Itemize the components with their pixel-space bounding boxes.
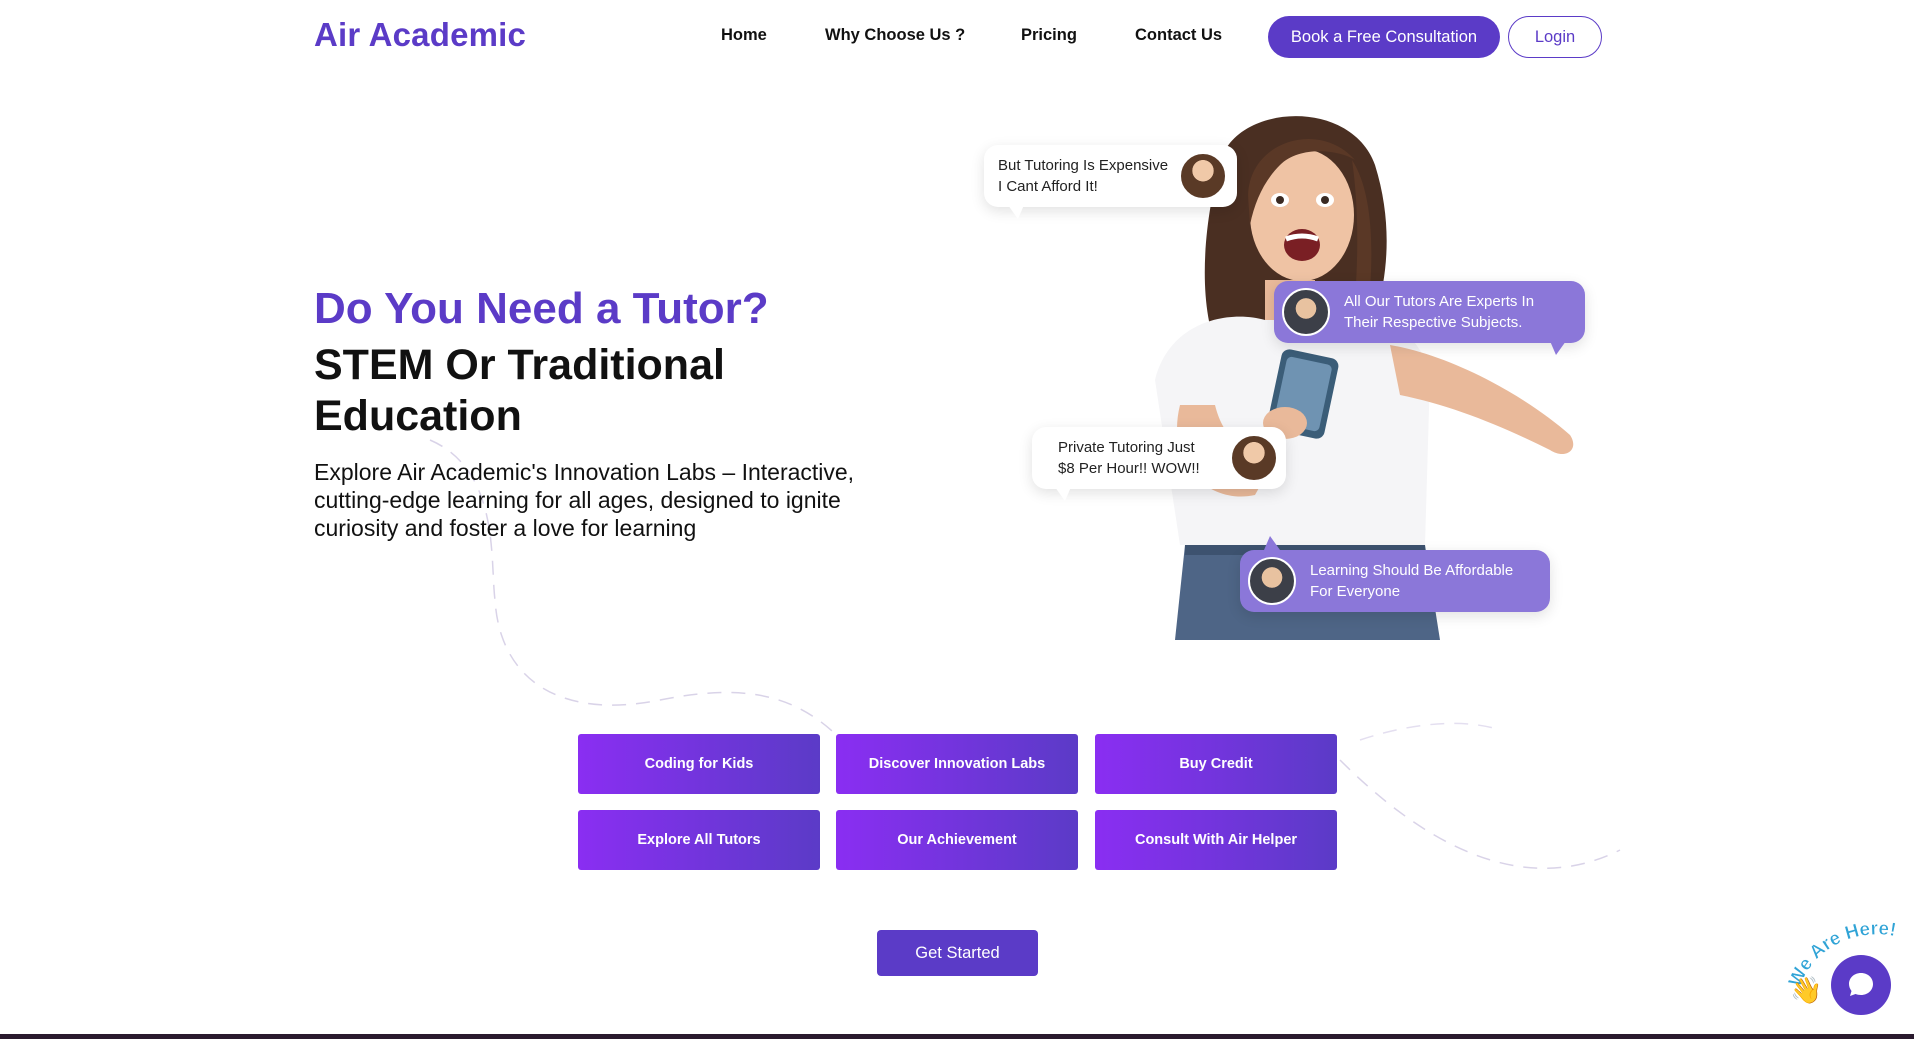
nav-link-home[interactable]: Home xyxy=(721,26,767,45)
speech-bubble-affordable: Learning Should Be Affordable For Everyo… xyxy=(1240,550,1550,612)
coding-for-kids-button[interactable]: Coding for Kids xyxy=(578,734,820,794)
hero-heading: STEM Or Traditional Education xyxy=(314,341,725,440)
hero-image-woman-with-phone: But Tutoring Is Expensive I Cant Afford … xyxy=(980,105,1605,640)
avatar-male-icon xyxy=(1282,288,1330,336)
hero-description: Explore Air Academic's Innovation Labs –… xyxy=(314,459,855,541)
avatar-male-icon xyxy=(1248,557,1296,605)
our-achievement-button[interactable]: Our Achievement xyxy=(836,810,1078,870)
buy-credit-button[interactable]: Buy Credit xyxy=(1095,734,1337,794)
avatar-female-icon xyxy=(1179,152,1227,200)
avatar-female-icon xyxy=(1230,434,1278,482)
speech-bubble-experts: All Our Tutors Are Experts In Their Resp… xyxy=(1274,281,1585,343)
footer-edge xyxy=(0,1034,1914,1039)
chat-widget-button[interactable] xyxy=(1831,955,1891,1015)
top-navigation: Air Academic Home Why Choose Us ? Pricin… xyxy=(0,0,1914,74)
nav-link-contact-us[interactable]: Contact Us xyxy=(1135,26,1222,45)
speech-bubble-price: Private Tutoring Just $8 Per Hour!! WOW!… xyxy=(1032,427,1286,489)
speech-bubble-text: All Our Tutors Are Experts In Their Resp… xyxy=(1344,293,1535,331)
book-consultation-button[interactable]: Book a Free Consultation xyxy=(1268,16,1500,58)
waving-hand-icon: 👋 xyxy=(1790,975,1823,1005)
speech-bubble-text: Private Tutoring Just $8 Per Hour!! WOW!… xyxy=(1058,439,1200,477)
nav-link-pricing[interactable]: Pricing xyxy=(1021,26,1077,45)
speech-bubble-text: But Tutoring Is Expensive I Cant Afford … xyxy=(998,157,1169,195)
login-button[interactable]: Login xyxy=(1508,16,1602,58)
speech-bubble-text: Learning Should Be Affordable For Everyo… xyxy=(1310,562,1514,600)
speech-bubble-expensive: But Tutoring Is Expensive I Cant Afford … xyxy=(984,145,1237,207)
bubble-tail xyxy=(1264,536,1280,550)
nav-link-why-choose-us[interactable]: Why Choose Us ? xyxy=(825,26,965,45)
chat-bubble-icon xyxy=(1849,973,1873,996)
discover-innovation-labs-button[interactable]: Discover Innovation Labs xyxy=(836,734,1078,794)
bubble-tail xyxy=(1550,341,1566,355)
brand-logo[interactable]: Air Academic xyxy=(314,16,526,54)
decorative-dashed-curve xyxy=(429,439,1621,870)
bubble-tail xyxy=(1008,205,1024,219)
explore-all-tutors-button[interactable]: Explore All Tutors xyxy=(578,810,820,870)
consult-with-air-helper-button[interactable]: Consult With Air Helper xyxy=(1095,810,1337,870)
hero-question: Do You Need a Tutor? xyxy=(314,284,769,333)
get-started-button[interactable]: Get Started xyxy=(877,930,1038,976)
bubble-tail xyxy=(1055,487,1071,501)
